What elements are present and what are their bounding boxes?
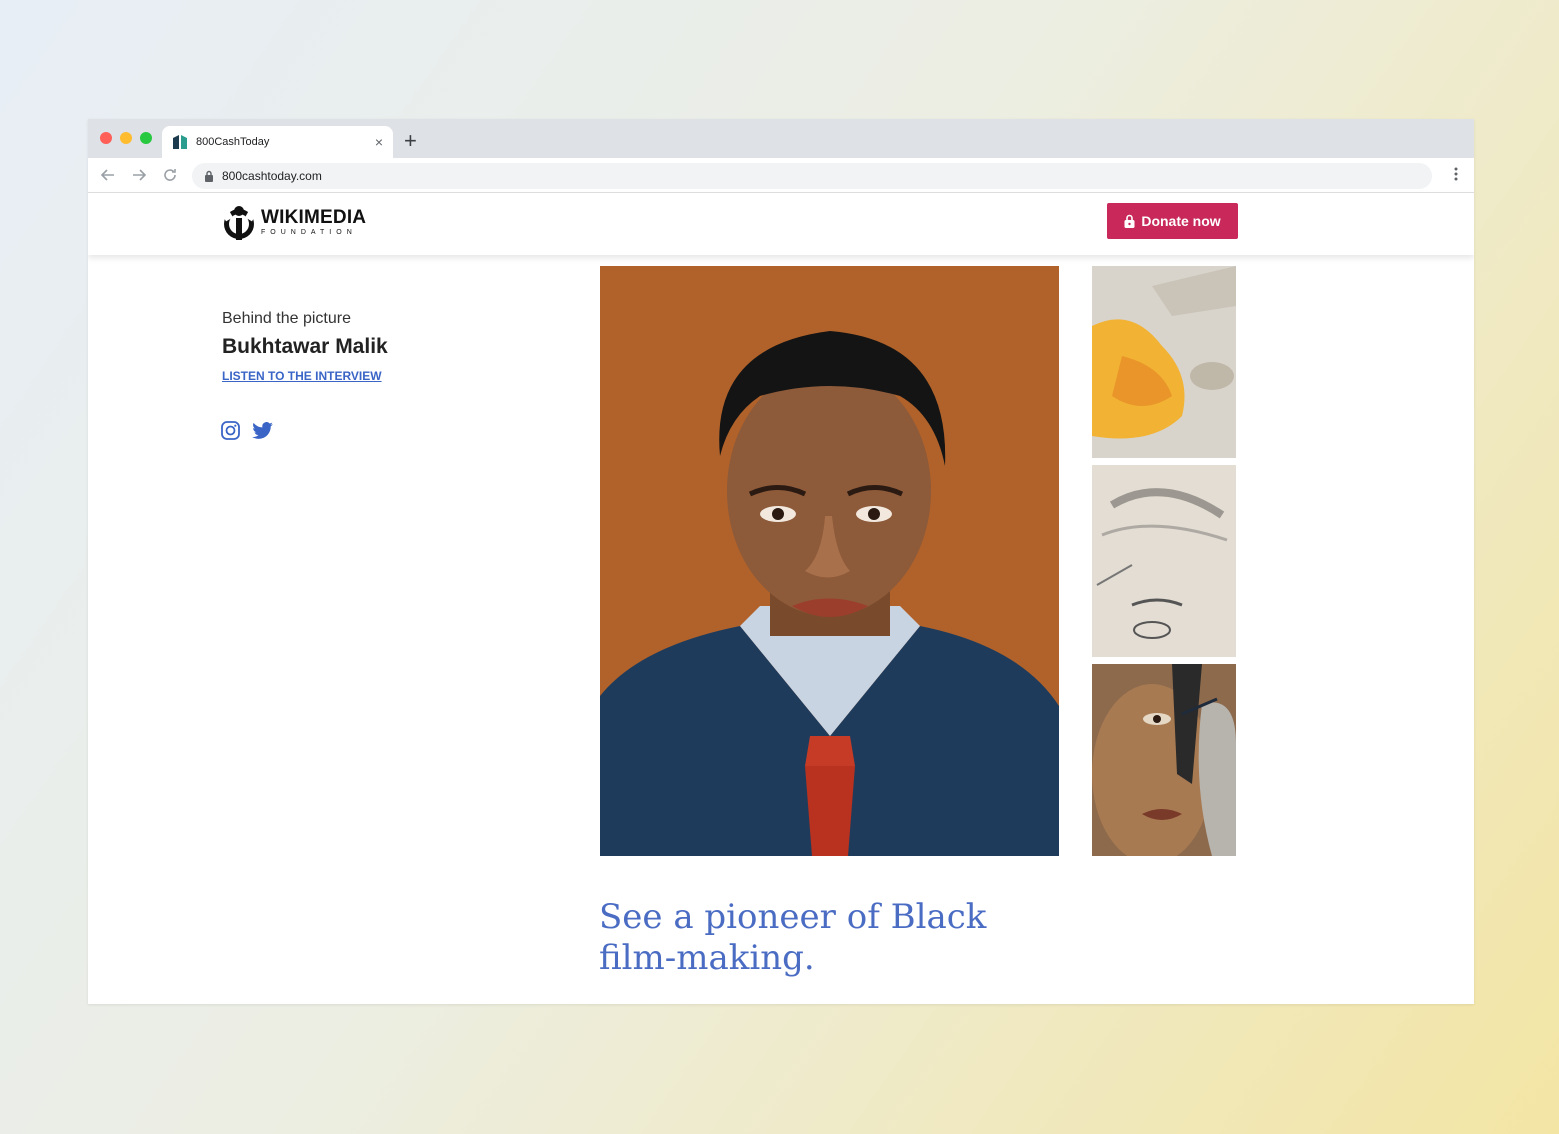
lock-icon bbox=[204, 170, 214, 182]
wikimedia-logo[interactable]: WIKIMEDIA FOUNDATION bbox=[221, 204, 366, 240]
article-kicker: Behind the picture bbox=[222, 310, 351, 327]
process-photo-sketch bbox=[1092, 465, 1236, 657]
minimize-window-button[interactable] bbox=[120, 132, 132, 144]
lock-icon bbox=[1124, 214, 1135, 228]
logo-subtitle: FOUNDATION bbox=[261, 229, 357, 236]
tab-bar: 800CashToday × + bbox=[88, 119, 1474, 158]
close-window-button[interactable] bbox=[100, 132, 112, 144]
instagram-icon[interactable] bbox=[221, 421, 240, 440]
address-bar[interactable]: 800cashtoday.com bbox=[192, 163, 1432, 189]
listen-interview-link[interactable]: LISTEN TO THE INTERVIEW bbox=[222, 369, 382, 383]
browser-menu-icon[interactable] bbox=[1454, 167, 1458, 185]
active-tab[interactable]: 800CashToday × bbox=[162, 126, 393, 158]
close-tab-icon[interactable]: × bbox=[375, 134, 383, 150]
url-text: 800cashtoday.com bbox=[222, 169, 322, 183]
wikimedia-logo-icon bbox=[221, 204, 257, 240]
new-tab-button[interactable]: + bbox=[404, 128, 417, 154]
logo-wordmark: WIKIMEDIA bbox=[261, 207, 367, 228]
tab-title: 800CashToday bbox=[196, 136, 270, 148]
main-portrait-image bbox=[600, 266, 1059, 856]
donate-label: Donate now bbox=[1141, 213, 1221, 229]
browser-window: 800CashToday × + 800cashtoday.com WIKIME… bbox=[88, 119, 1474, 1004]
twitter-icon[interactable] bbox=[252, 421, 274, 440]
artist-name: Bukhtawar Malik bbox=[222, 335, 388, 358]
social-links bbox=[221, 421, 274, 440]
article-headline: See a pioneer of Black film-making. bbox=[599, 897, 987, 978]
window-controls bbox=[100, 132, 152, 144]
browser-toolbar: 800cashtoday.com bbox=[88, 158, 1474, 193]
forward-arrow-icon[interactable] bbox=[127, 163, 151, 187]
donate-button[interactable]: Donate now bbox=[1107, 203, 1238, 239]
maximize-window-button[interactable] bbox=[140, 132, 152, 144]
reload-icon[interactable] bbox=[158, 163, 182, 187]
site-favicon-icon bbox=[172, 134, 188, 150]
process-photo-paint bbox=[1092, 266, 1236, 458]
process-photo-painting-detail bbox=[1092, 664, 1236, 856]
article-content: Behind the picture Bukhtawar Malik LISTE… bbox=[88, 255, 1474, 1004]
back-arrow-icon[interactable] bbox=[96, 163, 120, 187]
site-header: WIKIMEDIA FOUNDATION Donate now bbox=[88, 193, 1474, 255]
